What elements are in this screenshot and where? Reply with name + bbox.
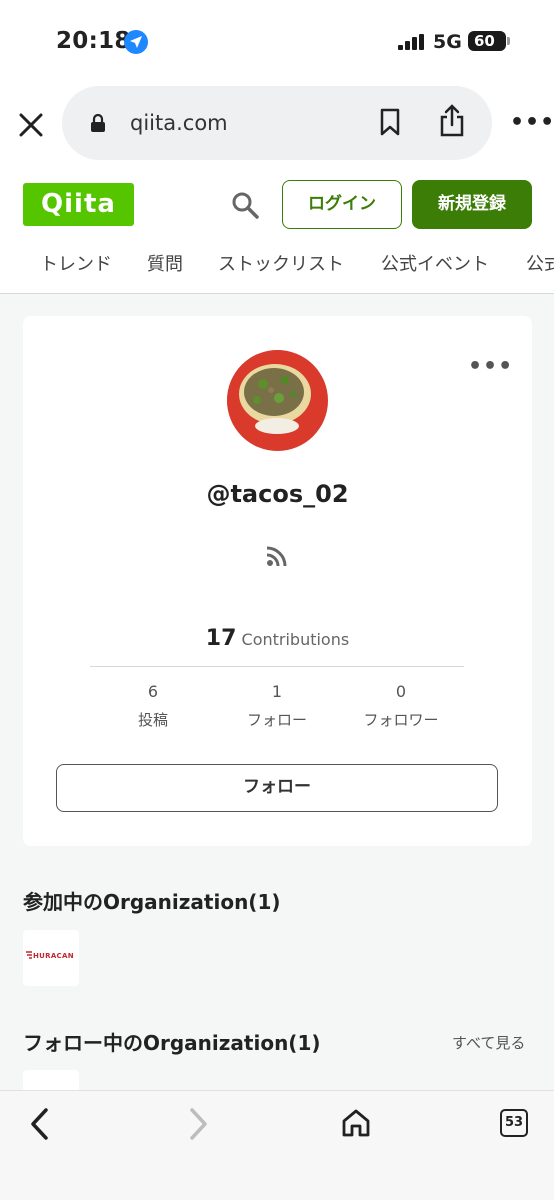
stat-followers-value: 0 bbox=[395, 682, 407, 701]
browser-url-row: qiita.com ••• bbox=[0, 84, 554, 168]
contributions-count: 17 bbox=[205, 626, 237, 651]
tabs-count-button[interactable]: 53 bbox=[500, 1109, 528, 1137]
nav-item-questions[interactable]: 質問 bbox=[147, 250, 183, 276]
huracan-logo-icon bbox=[26, 951, 32, 959]
stat-posts[interactable]: 6 投稿 bbox=[93, 682, 213, 730]
back-icon[interactable] bbox=[28, 1107, 52, 1141]
organization-logo-text: HURACAN bbox=[33, 952, 74, 960]
location-icon bbox=[124, 30, 148, 54]
home-icon[interactable] bbox=[340, 1107, 372, 1139]
profile-card: ••• @tacos_02 17 Contributions 6 投稿 1 フォ… bbox=[23, 316, 532, 846]
more-options-icon[interactable]: ••• bbox=[510, 110, 554, 135]
close-icon[interactable] bbox=[16, 110, 46, 140]
signup-button[interactable]: 新規登録 bbox=[412, 180, 532, 229]
battery-cap bbox=[507, 37, 510, 45]
status-time: 20:18 bbox=[56, 28, 131, 54]
nav-item-official-events[interactable]: 公式イベント bbox=[381, 250, 489, 276]
nav-item-stocklist[interactable]: ストックリスト bbox=[218, 250, 344, 276]
avatar bbox=[227, 350, 328, 451]
search-icon[interactable] bbox=[230, 190, 260, 220]
rss-icon[interactable] bbox=[265, 544, 289, 568]
login-button[interactable]: ログイン bbox=[282, 180, 402, 229]
stat-following[interactable]: 1 フォロー bbox=[217, 682, 337, 730]
qiita-logo[interactable]: Qiita bbox=[23, 183, 134, 226]
bookmark-icon[interactable] bbox=[378, 108, 402, 136]
signal-icon bbox=[398, 34, 424, 50]
joined-organizations-title: 参加中のOrganization(1) bbox=[23, 890, 281, 914]
stat-following-value: 1 bbox=[271, 682, 283, 701]
stat-posts-label: 投稿 bbox=[137, 711, 168, 729]
contributions-label: Contributions bbox=[241, 630, 350, 649]
more-options-icon[interactable]: ••• bbox=[468, 354, 513, 379]
username: @tacos_02 bbox=[206, 480, 349, 508]
follow-button[interactable]: フォロー bbox=[56, 764, 498, 812]
forward-icon[interactable] bbox=[186, 1107, 210, 1141]
network-type: 5G bbox=[433, 31, 462, 53]
stat-following-label: フォロー bbox=[246, 711, 307, 729]
nav-item-trend[interactable]: トレンド bbox=[40, 250, 112, 276]
stat-followers[interactable]: 0 フォロワー bbox=[341, 682, 461, 730]
status-bar: 20:18 5G 60 bbox=[0, 0, 554, 84]
organization-logo-huracan[interactable]: HURACAN bbox=[23, 930, 79, 986]
following-organizations-title: フォロー中のOrganization(1) bbox=[23, 1031, 321, 1055]
site-header: Qiita ログイン 新規登録 トレンド 質問 ストックリスト 公式イベント 公… bbox=[0, 168, 554, 294]
share-icon[interactable] bbox=[438, 104, 466, 138]
contributions: 17 Contributions bbox=[23, 626, 532, 651]
nav-item-official[interactable]: 公式 bbox=[526, 250, 554, 276]
browser-toolbar: 53 bbox=[0, 1090, 554, 1200]
lock-icon bbox=[91, 113, 105, 132]
stat-followers-label: フォロワー bbox=[363, 711, 439, 729]
battery-icon: 60 bbox=[468, 31, 506, 51]
address-bar[interactable]: qiita.com bbox=[62, 86, 492, 160]
see-all-link[interactable]: すべて見る bbox=[452, 1032, 525, 1053]
divider bbox=[90, 666, 464, 667]
url-text[interactable]: qiita.com bbox=[130, 111, 228, 135]
nav-tabs: トレンド 質問 ストックリスト 公式イベント 公式 bbox=[0, 250, 554, 280]
stat-posts-value: 6 bbox=[147, 682, 159, 701]
